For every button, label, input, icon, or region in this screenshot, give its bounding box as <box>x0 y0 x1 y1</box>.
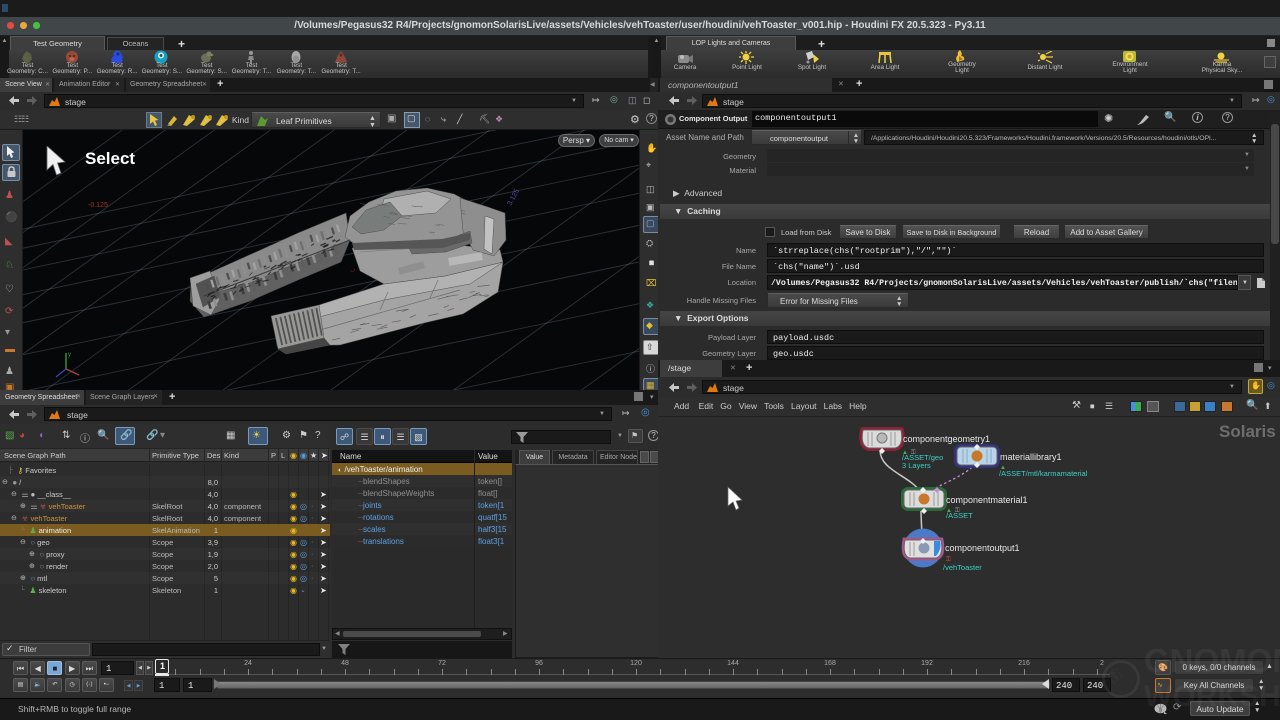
svg-text:▲: ▲ <box>946 508 952 514</box>
svg-text:▲: ▲ <box>902 450 908 456</box>
svg-text:componentoutput1: componentoutput1 <box>945 543 1020 553</box>
svg-text:⚿: ⚿ <box>955 507 960 514</box>
svg-text:⚿: ⚿ <box>911 449 916 456</box>
svg-text:componentgeometry1: componentgeometry1 <box>903 434 990 444</box>
svg-text:3 Layers: 3 Layers <box>902 461 931 470</box>
svg-text:/ASSET/mtl/karmamaterial: /ASSET/mtl/karmamaterial <box>999 469 1088 478</box>
svg-text:▲: ▲ <box>1000 465 1006 471</box>
svg-text:⚿: ⚿ <box>946 556 951 563</box>
svg-text:componentmaterial1: componentmaterial1 <box>946 495 1028 505</box>
svg-text:y: y <box>68 352 71 358</box>
svg-text:materiallibrary1: materiallibrary1 <box>1000 452 1062 462</box>
svg-text:/vehToaster: /vehToaster <box>943 563 982 572</box>
